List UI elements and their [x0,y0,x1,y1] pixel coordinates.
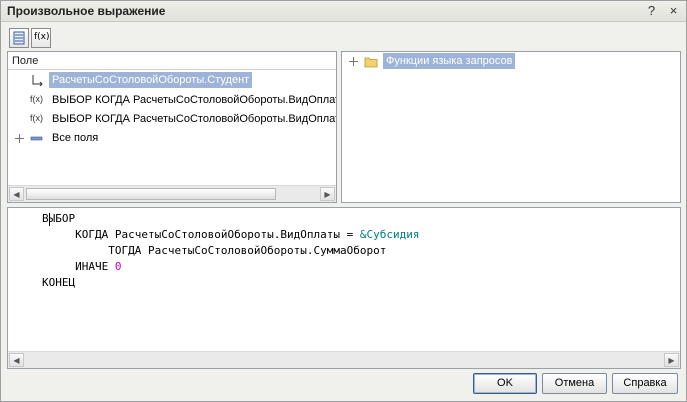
field-row[interactable]: f(x) ВЫБОР КОГДА РасчетыСоСтоловойОборот… [8,91,336,110]
function-group-row[interactable]: Функции языка запросов [342,52,680,71]
code-keyword: ВЫБОР [42,212,76,225]
list-view-button[interactable] [9,28,29,48]
field-label: ВЫБОР КОГДА РасчетыСоСтоловойОбороты.Вид… [52,113,336,125]
expression-editor[interactable]: ВЫБОР КОГДА РасчетыСоСтоловойОбороты.Вид… [7,207,681,369]
function-group-label: Функции языка запросов [383,53,516,69]
fields-hscrollbar[interactable]: ◀ ▶ [8,185,336,202]
function-icon: f(x) [34,32,50,42]
cancel-button[interactable]: Отмена [542,373,607,394]
expression-dialog: Произвольное выражение ? × f(x) Поле Рас… [0,0,687,402]
hierarchy-icon [30,74,44,87]
field-row[interactable]: РасчетыСоСтоловойОбороты.Студент [8,71,336,90]
code-keyword: КОНЕЦ [42,276,76,289]
field-row[interactable]: Все поля [8,129,336,148]
expand-icon[interactable] [14,133,25,144]
scroll-thumb[interactable] [26,188,276,200]
code-number: 0 [114,260,122,273]
code-parameter: &Субсидия [359,228,420,241]
functions-panel: Функции языка запросов [341,51,681,203]
text-caret [49,213,50,226]
scroll-right-icon[interactable]: ▶ [320,187,335,201]
minus-field-icon [30,132,44,145]
expand-icon[interactable] [348,56,359,67]
scroll-left-icon[interactable]: ◀ [9,353,24,367]
code-keyword: КОГДА РасчетыСоСтоловойОбороты.ВидОплаты… [75,228,360,241]
code-keyword: ИНАЧЕ [75,260,115,273]
fields-panel: Поле РасчетыСоСтоловойОбороты.Студент f(… [7,51,337,203]
field-row[interactable]: f(x) ВЫБОР КОГДА РасчетыСоСтоловойОборот… [8,110,336,129]
field-label: ВЫБОР КОГДА РасчетыСоСтоловойОбороты.Вид… [52,94,336,106]
editor-hscrollbar[interactable]: ◀ ▶ [8,351,680,368]
scroll-right-icon[interactable]: ▶ [664,353,679,367]
title-bar: Произвольное выражение ? × [1,1,686,22]
scroll-left-icon[interactable]: ◀ [9,187,24,201]
code-line: ТОГДА РасчетыСоСтоловойОбороты.СуммаОбор… [8,243,680,259]
code-line: ВЫБОР [8,211,680,227]
code-line: КОНЕЦ [8,275,680,291]
ok-button[interactable]: OK [473,373,537,394]
field-label: РасчетыСоСтоловойОбороты.Студент [49,72,253,88]
fields-panel-header: Поле [8,52,336,70]
list-icon [13,31,25,45]
code-line: КОГДА РасчетыСоСтоловойОбороты.ВидОплаты… [8,227,680,243]
help-icon[interactable]: ? [643,3,660,19]
folder-icon [364,55,378,68]
dialog-title: Произвольное выражение [7,4,166,18]
code-area[interactable]: ВЫБОР КОГДА РасчетыСоСтоловойОбороты.Вид… [8,208,680,351]
code-line: ИНАЧЕ 0 [8,259,680,275]
close-icon[interactable]: × [665,3,682,19]
code-keyword: ТОГДА РасчетыСоСтоловойОбороты.СуммаОбор… [108,244,387,257]
function-icon: f(x) [30,94,43,104]
function-view-button[interactable]: f(x) [31,28,51,48]
function-icon: f(x) [30,113,43,123]
help-button[interactable]: Справка [612,373,678,394]
field-label: Все поля [52,132,99,144]
